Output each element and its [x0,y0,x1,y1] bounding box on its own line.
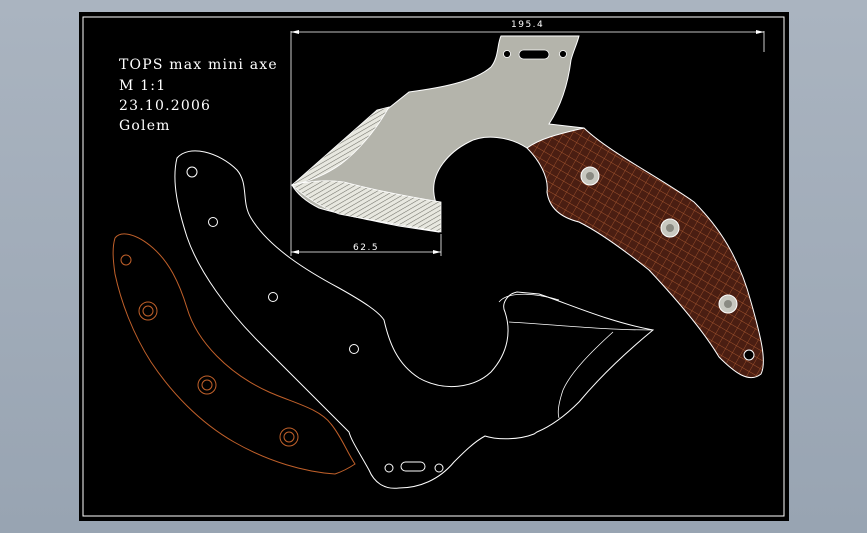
hole-icon [268,292,278,302]
scale-text: M 1:1 [119,78,166,94]
pin-icon [197,375,217,395]
pin-icon [718,294,738,314]
edge-length-label: 62.5 [353,243,379,253]
title-block: TOPS max mini axe M 1:1 23.10.2006 Golem [119,57,278,134]
lanyard-hole-icon [743,349,755,361]
handle-scale-outline [112,233,356,475]
hole-icon [186,166,198,178]
assembled-handle-scale [526,127,764,379]
title-text: TOPS max mini axe [119,57,278,73]
hole-icon [120,254,132,266]
author-text: Golem [119,118,171,134]
drawing-viewport[interactable]: TOPS max mini axe M 1:1 23.10.2006 Golem… [79,12,789,521]
date-text: 23.10.2006 [119,98,211,114]
pin-icon [660,218,680,238]
pin-icon [580,166,600,186]
hole-icon [208,217,218,227]
blade-bevel-line [508,321,654,419]
pin-icon [138,301,158,321]
overall-length-label: 195.4 [511,20,544,30]
slot-icon [384,461,444,473]
hole-icon [349,344,359,354]
cad-drawing: TOPS max mini axe M 1:1 23.10.2006 Golem… [82,16,785,517]
pin-icon [279,427,299,447]
